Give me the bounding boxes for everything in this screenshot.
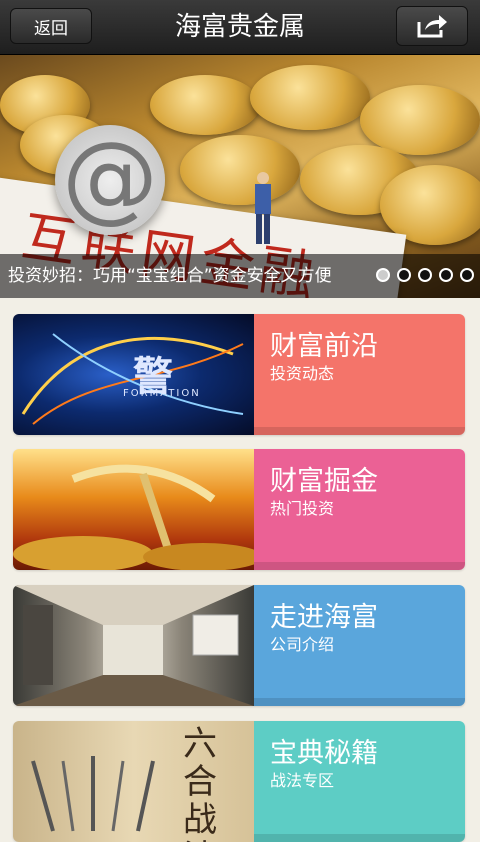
share-button[interactable] (396, 6, 468, 46)
card-shadow (254, 698, 465, 706)
card-title: 财富前沿 (270, 331, 378, 362)
banner-caption-bar: 投资妙招：巧用“宝宝组合”资金安全又方便 (0, 254, 480, 298)
coin-decoration (180, 135, 300, 205)
calligraphy-text: 六合战法 (183, 724, 217, 842)
card-panel-frontier: 财富前沿 投资动态 (254, 314, 465, 435)
carousel-dot[interactable] (439, 268, 453, 282)
card-about-haifu[interactable]: 走进海富 公司介绍 (13, 585, 465, 706)
card-title: 走进海富 (270, 602, 378, 633)
carousel-indicator (376, 268, 474, 282)
coin-decoration (150, 75, 260, 135)
top-bar: 返回 海富贵金属 (0, 0, 480, 55)
card-panel-about: 走进海富 公司介绍 (254, 585, 465, 706)
corridor-graphic (13, 585, 254, 706)
card-image-office (13, 585, 254, 706)
coin-decoration (360, 85, 480, 155)
card-wealth-frontier[interactable]: 警 FORMATION 财富前沿 投资动态 (13, 314, 465, 435)
card-title: 财富掘金 (270, 466, 378, 497)
carousel-dot[interactable] (460, 268, 474, 282)
card-shadow (254, 562, 465, 570)
card-shadow (254, 834, 465, 842)
card-shadow (254, 427, 465, 435)
carousel-dot[interactable] (397, 268, 411, 282)
weapons-graphic (31, 756, 155, 832)
card-title: 宝典秘籍 (270, 738, 378, 769)
card-panel-mining: 财富掘金 热门投资 (254, 449, 465, 570)
card-subtitle: 热门投资 (270, 499, 335, 518)
back-button-label: 返回 (34, 18, 68, 39)
card-image-frontier: 警 FORMATION (13, 314, 254, 435)
card-treasure-guide[interactable]: 六合战法 宝典秘籍 战法专区 (13, 721, 465, 842)
at-sign-icon: @ (55, 125, 165, 235)
share-icon (417, 15, 447, 38)
businessman-figure (255, 172, 271, 244)
banner-carousel[interactable]: 互联网金融 @ 投资妙招：巧用“宝宝组合”资金安全又方便 (0, 55, 480, 298)
carousel-dot[interactable] (418, 268, 432, 282)
carousel-dot[interactable] (376, 268, 390, 282)
card-subtitle: 公司介绍 (270, 635, 335, 654)
banner-caption[interactable]: 投资妙招：巧用“宝宝组合”资金安全又方便 (8, 254, 332, 298)
card-image-guide: 六合战法 (13, 721, 254, 842)
back-button[interactable]: 返回 (10, 8, 92, 44)
card-subtitle: 投资动态 (270, 364, 335, 383)
card-subtitle: 战法专区 (270, 771, 335, 790)
card-wealth-mining[interactable]: 财富掘金 热门投资 (13, 449, 465, 570)
card-panel-guide: 宝典秘籍 战法专区 (254, 721, 465, 842)
page-title: 海富贵金属 (174, 12, 305, 42)
coin-decoration (250, 65, 370, 130)
card-image-mining (13, 449, 254, 570)
card-image-text: FORMATION (123, 388, 201, 399)
pickaxe-graphic (13, 464, 254, 570)
